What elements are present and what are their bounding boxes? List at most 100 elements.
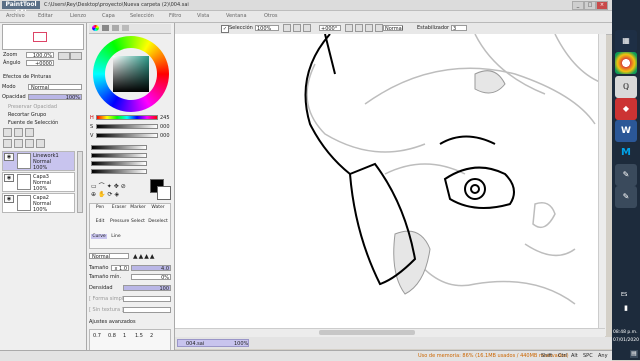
menu-archivo[interactable]: Archivo bbox=[6, 13, 25, 19]
word-icon[interactable]: W bbox=[615, 120, 637, 142]
clear-layer-button[interactable] bbox=[25, 139, 34, 148]
advanced-settings-toggle[interactable]: Ajustes avanzados bbox=[89, 319, 136, 325]
texture-select[interactable]: [ Sin textura ] bbox=[89, 307, 124, 313]
pressure-tool[interactable]: Pressure bbox=[110, 219, 129, 224]
stabilizer-select[interactable]: 3 bbox=[451, 25, 467, 32]
marker-tool[interactable]: Marker bbox=[129, 205, 147, 210]
hue-value[interactable]: 245 bbox=[160, 115, 170, 121]
value-slider[interactable] bbox=[96, 133, 158, 138]
navigator-viewport[interactable] bbox=[33, 32, 47, 42]
zoom-plus-button[interactable] bbox=[58, 52, 70, 60]
curve-tool[interactable]: Curve bbox=[91, 234, 107, 239]
menu-otros[interactable]: Otros bbox=[264, 13, 278, 19]
edit-tool[interactable]: Edit bbox=[91, 219, 109, 224]
layer-scrollbar[interactable] bbox=[77, 151, 83, 213]
blend-mode-select[interactable]: Normal bbox=[28, 84, 82, 91]
preset-size[interactable]: 0.7 bbox=[93, 333, 101, 339]
sai-app-icon[interactable]: ✎ bbox=[615, 164, 637, 186]
eye-icon[interactable]: ◉ bbox=[4, 153, 14, 161]
pdf-app-icon[interactable]: ◆ bbox=[615, 98, 637, 120]
size-multiplier-select[interactable]: x 1.0 bbox=[111, 265, 129, 272]
opacity-slider[interactable]: 100% bbox=[28, 94, 82, 101]
eraser-tool[interactable]: Eraser bbox=[110, 205, 128, 210]
preserve-opacity-checkbox[interactable]: Preservar Opacidad bbox=[8, 104, 57, 110]
flip-button[interactable] bbox=[375, 24, 383, 32]
zoom-icon[interactable]: ⊕ bbox=[91, 191, 98, 198]
rotation-field[interactable]: +000° bbox=[319, 25, 341, 32]
angle-field[interactable]: +0000 bbox=[26, 60, 54, 67]
menu-filtro[interactable]: Filtro bbox=[169, 13, 181, 19]
network-icon[interactable]: ▮ bbox=[618, 304, 634, 316]
preset-size[interactable]: 0.8 bbox=[108, 333, 116, 339]
hand-icon[interactable]: ✋ bbox=[98, 191, 107, 198]
document-tab[interactable]: 004.sai 100% bbox=[177, 339, 249, 347]
deselect-tool[interactable]: Deselect bbox=[148, 219, 168, 224]
select-tool[interactable]: Select bbox=[129, 219, 147, 224]
eyedropper-icon[interactable]: ⊘ bbox=[121, 183, 128, 190]
zoom-in-button[interactable] bbox=[293, 24, 301, 32]
water-tool[interactable]: Water bbox=[148, 205, 168, 210]
horizontal-scroll-thumb[interactable] bbox=[319, 330, 415, 335]
menu-editar[interactable]: Editar bbox=[38, 13, 53, 19]
blend-simple-slider[interactable] bbox=[123, 296, 171, 302]
task-view-icon[interactable]: ▦ bbox=[615, 30, 637, 52]
delete-layer-button[interactable] bbox=[36, 139, 45, 148]
merge-down-button[interactable] bbox=[3, 139, 12, 148]
bucket-icon[interactable]: ◈ bbox=[115, 191, 122, 198]
clock-date[interactable]: 07/01/2020 bbox=[613, 338, 639, 343]
line-tool[interactable]: Line bbox=[108, 234, 124, 239]
zoom-out-button[interactable] bbox=[283, 24, 291, 32]
rgb-slider-toggle-icon[interactable] bbox=[102, 25, 109, 31]
app-icon[interactable]: ℚ bbox=[615, 76, 637, 98]
clock-time[interactable]: 08:48 p.m. bbox=[613, 330, 638, 335]
duplicate-layer-button[interactable] bbox=[14, 139, 23, 148]
density-slider[interactable]: 100 bbox=[123, 285, 171, 292]
rotate-icon[interactable]: ⟳ bbox=[108, 191, 115, 198]
swatch-slider[interactable] bbox=[91, 161, 147, 166]
reset-zoom-button[interactable] bbox=[303, 24, 311, 32]
zoom-field[interactable]: 100.0% bbox=[26, 52, 54, 59]
layer-row[interactable]: ◉ Linework1 Normal 100% bbox=[2, 151, 75, 171]
new-folder-button[interactable] bbox=[25, 128, 34, 137]
min-size-slider[interactable]: 0% bbox=[131, 274, 171, 281]
maximize-button[interactable]: □ bbox=[584, 1, 596, 10]
color-wheel[interactable] bbox=[93, 36, 169, 112]
selection-source-checkbox[interactable]: Fuente de Selección bbox=[8, 120, 58, 126]
close-button[interactable]: × bbox=[596, 1, 608, 10]
saturation-value-square[interactable] bbox=[113, 56, 149, 92]
sai-window-icon[interactable]: ✎ bbox=[615, 186, 637, 208]
swatch-slider[interactable] bbox=[91, 153, 147, 158]
eye-icon[interactable]: ◉ bbox=[4, 195, 14, 203]
brush-shape-select[interactable]: Normal bbox=[89, 253, 129, 260]
color-wheel-toggle-icon[interactable] bbox=[92, 25, 99, 31]
hue-slider[interactable] bbox=[96, 115, 158, 120]
preset-size[interactable]: 1.5 bbox=[135, 333, 143, 339]
notifications-icon[interactable]: ▤ bbox=[630, 350, 638, 358]
rotate-right-button[interactable] bbox=[355, 24, 363, 32]
swatch-slider[interactable] bbox=[91, 145, 147, 150]
swatches-toggle-icon[interactable] bbox=[122, 25, 129, 31]
horizontal-scrollbar[interactable] bbox=[175, 328, 605, 337]
swatch-slider[interactable] bbox=[91, 169, 147, 174]
new-linework-layer-button[interactable] bbox=[14, 128, 23, 137]
zoom-select[interactable]: 100% bbox=[255, 25, 279, 32]
clip-group-checkbox[interactable]: Recortar Grupo bbox=[8, 112, 46, 118]
pen-tool[interactable]: Pen bbox=[91, 205, 109, 210]
brush-tip-presets[interactable]: ▲▲▲▲ bbox=[133, 253, 171, 260]
selection-checkbox[interactable]: ✓ bbox=[221, 25, 229, 33]
lasso-icon[interactable]: ⌒ bbox=[99, 183, 107, 190]
eye-icon[interactable]: ◉ bbox=[4, 174, 14, 182]
reset-rotation-button[interactable] bbox=[365, 24, 373, 32]
move-icon[interactable]: ✥ bbox=[114, 183, 121, 190]
marquee-icon[interactable]: ▭ bbox=[91, 183, 99, 190]
zoom-minus-button[interactable] bbox=[70, 52, 82, 60]
movistar-icon[interactable]: M bbox=[615, 142, 637, 164]
menu-seleccion[interactable]: Selección bbox=[130, 13, 154, 19]
menu-ventana[interactable]: Ventana bbox=[226, 13, 247, 19]
preset-size[interactable]: 1 bbox=[123, 333, 126, 339]
menu-capa[interactable]: Capa bbox=[102, 13, 115, 19]
texture-slider[interactable] bbox=[123, 307, 171, 313]
vertical-scrollbar[interactable] bbox=[598, 34, 606, 336]
paint-effects-header[interactable]: Efectos de Pinturas bbox=[3, 74, 51, 80]
hsv-slider-toggle-icon[interactable] bbox=[112, 25, 119, 31]
